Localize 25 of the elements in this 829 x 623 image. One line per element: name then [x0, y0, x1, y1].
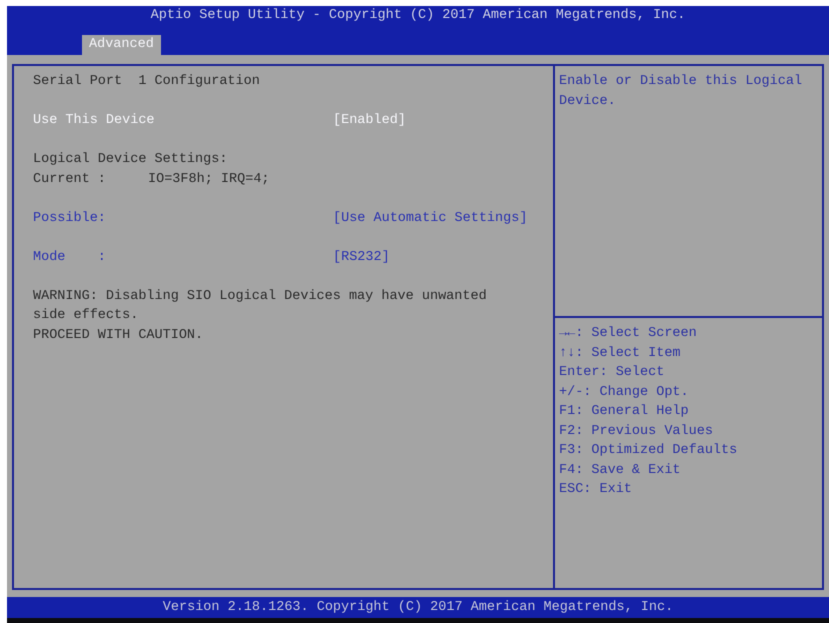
tab[interactable]: Advanced: [82, 35, 161, 55]
key-hint: Enter: Select: [559, 364, 664, 382]
key-hint: F1: General Help: [559, 403, 689, 421]
info-text: Logical Device Settings:: [33, 152, 228, 167]
info-label: Current :: [33, 172, 106, 186]
setting-value[interactable]: [Use Automatic Settings]: [333, 210, 528, 226]
warning-text: PROCEED WITH CAUTION.: [33, 326, 204, 344]
info-value: IO=3F8h; IRQ=4;: [148, 172, 270, 186]
setting-value[interactable]: [RS232]: [333, 250, 390, 264]
key-hint: F3: Optimized Defaults: [559, 442, 738, 460]
setting-label[interactable]: Use This Device: [33, 113, 155, 128]
key-hint: F4: Save & Exit: [559, 462, 681, 480]
key-hint: ESC: Exit: [559, 481, 632, 499]
section-title: Serial Port 1 Configuration: [33, 74, 260, 89]
setting-label[interactable]: Mode :: [33, 250, 106, 264]
version-text: Version 2.18.1263. Copyright (C) 2017 American Megatrends, Inc.: [162, 600, 674, 615]
setting-label[interactable]: Possible:: [33, 210, 106, 226]
help-text: Enable or Disable this Logical Device.: [559, 73, 804, 110]
key-hint: ↑↓: Select Item: [559, 344, 681, 362]
key-hint: →←: Select Screen: [559, 325, 697, 343]
key-hint: +/-: Change Opt.: [559, 384, 689, 402]
window-title: Aptio Setup Utility - Copyright (C) 2017 American Megatrends, Inc.: [150, 7, 686, 23]
setting-value[interactable]: [Enabled]: [333, 113, 406, 128]
key-hint: F2: Previous Values: [559, 422, 713, 440]
warning-text: WARNING: Disabling SIO Logical Devices may have unwanted side effects.: [33, 288, 488, 325]
